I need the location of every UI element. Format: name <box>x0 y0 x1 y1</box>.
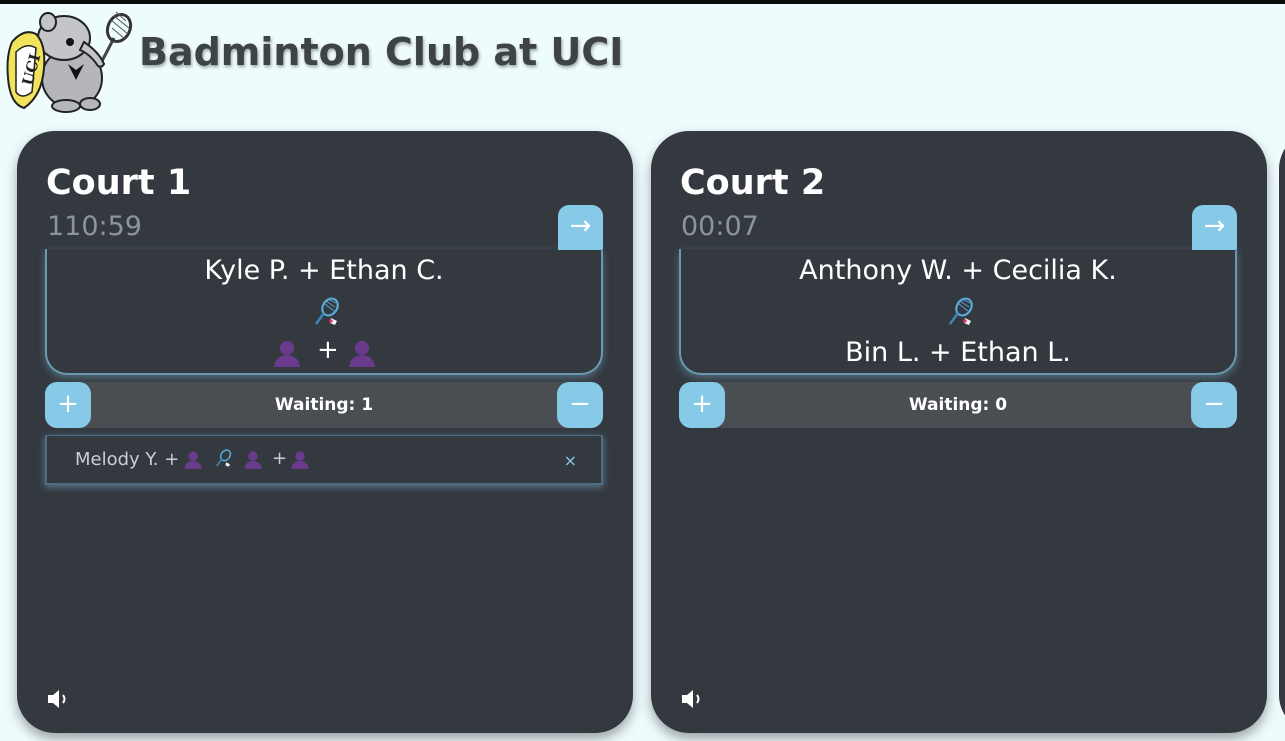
team-a: Kyle P. + Ethan C. <box>204 255 444 286</box>
remove-waiting-button[interactable]: − <box>1191 382 1237 428</box>
empty-player-icon[interactable] <box>347 339 377 367</box>
remove-queue-item-button[interactable]: × <box>564 451 577 470</box>
court-name: Court 1 <box>46 163 192 203</box>
court-timer: 00:07 <box>681 211 759 242</box>
speaker-icon[interactable] <box>46 688 72 710</box>
badminton-racket-icon <box>216 449 232 467</box>
team-b: Bin L. + Ethan L. <box>845 337 1071 368</box>
site-title: Badminton Club at UCI <box>139 30 624 74</box>
next-match-button[interactable]: → <box>1192 205 1237 250</box>
current-match: Anthony W. + Cecilia K. Bin L. + Ethan L… <box>679 249 1237 375</box>
badminton-racket-icon <box>948 297 973 325</box>
court-card-1: Court 1 110:59 → Kyle P. + Ethan C. + + … <box>17 131 633 733</box>
team-b-plus: + <box>317 335 339 365</box>
court-timer: 110:59 <box>47 211 142 242</box>
team-b-empty: + <box>47 335 601 373</box>
queue-plus: + <box>272 448 288 469</box>
court-name: Court 2 <box>680 163 826 203</box>
queue-player-text: Melody Y. + <box>75 449 180 470</box>
remove-waiting-button[interactable]: − <box>557 382 603 428</box>
waiting-bar: + Waiting: 0 − <box>679 382 1237 428</box>
waiting-bar: + Waiting: 1 − <box>45 382 603 428</box>
current-match: Kyle P. + Ethan C. + <box>45 249 603 375</box>
empty-player-icon[interactable] <box>183 450 203 469</box>
waiting-count: Waiting: 0 <box>908 395 1008 415</box>
header: UCI Badminton Club at UCI <box>0 4 1285 114</box>
queue-item[interactable]: Melody Y. + + × <box>45 435 603 485</box>
team-a: Anthony W. + Cecilia K. <box>799 255 1117 286</box>
empty-player-icon[interactable] <box>272 339 302 367</box>
next-match-button[interactable]: → <box>558 205 603 250</box>
speaker-icon[interactable] <box>680 688 706 710</box>
badminton-racket-icon <box>314 297 339 325</box>
waiting-count: Waiting: 1 <box>274 395 374 415</box>
empty-player-icon[interactable] <box>290 450 310 469</box>
empty-player-icon[interactable] <box>243 450 263 469</box>
anteater-logo-icon: UCI <box>6 11 133 113</box>
court-card-2: Court 2 00:07 → Anthony W. + Cecilia K. … <box>651 131 1267 733</box>
court-card-3-partial <box>1279 131 1285 733</box>
